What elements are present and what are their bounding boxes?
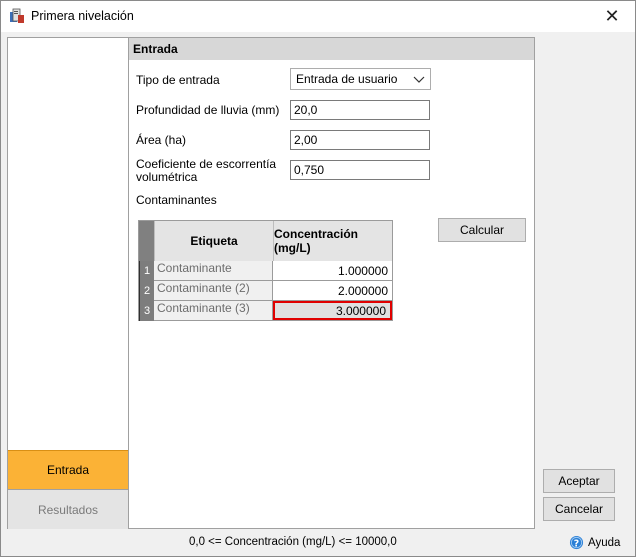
nav-entrada-label: Entrada bbox=[46, 463, 90, 477]
chevron-down-icon bbox=[413, 76, 425, 83]
nav-resultados-button[interactable]: Resultados bbox=[8, 489, 128, 529]
left-nav-panel: Entrada Resultados bbox=[7, 37, 129, 529]
cell-value-2[interactable]: 2.000000 bbox=[273, 281, 392, 300]
grid-corner bbox=[139, 221, 154, 261]
cancelar-button[interactable]: Cancelar bbox=[543, 497, 615, 521]
area-input[interactable]: 2,00 bbox=[290, 130, 430, 150]
cell-label-1[interactable]: Contaminante bbox=[154, 261, 272, 280]
tipo-entrada-select[interactable]: Entrada de usuario bbox=[290, 68, 431, 90]
contaminantes-label: Contaminantes bbox=[136, 193, 217, 207]
title-bar: Primera nivelación ✕ bbox=[1, 1, 635, 32]
nav-entrada-button[interactable]: Entrada bbox=[8, 450, 128, 489]
area-label: Área (ha) bbox=[136, 133, 187, 147]
help-link[interactable]: ? Ayuda bbox=[569, 535, 620, 550]
cell-value-3-selected[interactable]: 3.000000 bbox=[273, 301, 392, 320]
input-panel: Entrada Tipo de entrada Entrada de usuar… bbox=[128, 37, 535, 529]
coeficiente-label-line1: Coeficiente de escorrentía bbox=[136, 157, 277, 171]
row-header-2[interactable]: 2 bbox=[139, 281, 154, 301]
profundidad-label: Profundidad de lluvia (mm) bbox=[136, 103, 280, 117]
help-circle-icon: ? bbox=[569, 535, 584, 549]
coeficiente-input[interactable]: 0,750 bbox=[290, 160, 430, 180]
help-label: Ayuda bbox=[588, 536, 621, 549]
aceptar-button[interactable]: Aceptar bbox=[543, 469, 615, 493]
status-bar-text: 0,0 <= Concentración (mg/L) <= 10000,0 bbox=[189, 536, 397, 548]
window-title: Primera nivelación bbox=[31, 9, 134, 23]
cell-label-3[interactable]: Contaminante (3) bbox=[154, 301, 272, 320]
app-icon bbox=[10, 8, 24, 23]
svg-text:?: ? bbox=[574, 538, 579, 549]
tipo-entrada-label: Tipo de entrada bbox=[136, 73, 220, 87]
row-header-1[interactable]: 1 bbox=[139, 261, 154, 281]
close-icon: ✕ bbox=[604, 6, 620, 26]
cell-value-1[interactable]: 1.000000 bbox=[273, 261, 392, 280]
nav-resultados-label: Resultados bbox=[37, 502, 99, 517]
profundidad-input[interactable]: 20,0 bbox=[290, 100, 430, 120]
dialog-window: Primera nivelación ✕ Entrada Resultados … bbox=[0, 0, 636, 557]
contaminants-grid: Etiqueta Concentración (mg/L) 1 Contamin… bbox=[138, 220, 393, 321]
grid-header-etiqueta[interactable]: Etiqueta bbox=[154, 221, 273, 261]
close-button[interactable]: ✕ bbox=[589, 1, 635, 32]
tipo-entrada-value: Entrada de usuario bbox=[296, 72, 398, 86]
calcular-button[interactable]: Calcular bbox=[438, 218, 526, 242]
coeficiente-label-line2: volumétrica bbox=[136, 170, 198, 184]
section-header: Entrada bbox=[129, 38, 534, 60]
cell-label-2[interactable]: Contaminante (2) bbox=[154, 281, 272, 300]
grid-header-concentracion[interactable]: Concentración (mg/L) bbox=[273, 221, 392, 261]
row-header-3[interactable]: 3 bbox=[139, 301, 154, 321]
